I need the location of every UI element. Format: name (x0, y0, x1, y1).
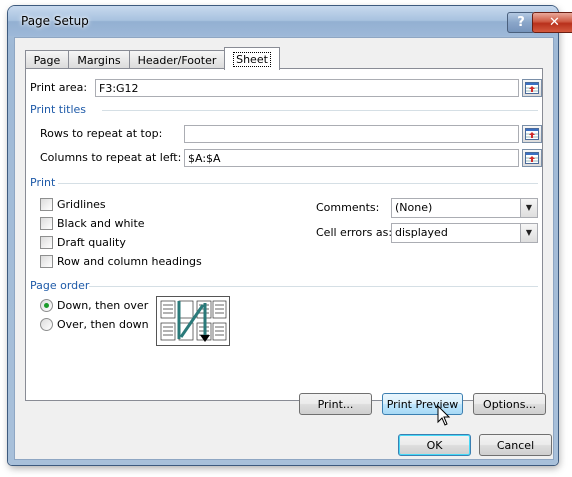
black-and-white-checkbox[interactable] (40, 217, 53, 230)
comments-value: (None) (395, 201, 433, 214)
columns-collapse-button[interactable] (522, 149, 542, 167)
tab-page-label: Page (33, 53, 61, 67)
range-select-icon (525, 82, 539, 94)
cell-errors-label: Cell errors as: (316, 226, 393, 239)
ok-button[interactable]: OK (398, 434, 471, 456)
help-button[interactable]: ? (507, 12, 535, 33)
down-then-over-radio[interactable] (40, 299, 53, 312)
page-order-heading: Page order (30, 279, 90, 292)
comments-select[interactable]: (None) ▼ (391, 198, 538, 218)
comments-label: Comments: (316, 201, 380, 214)
dialog-title: Page Setup (21, 14, 89, 28)
page-order-divider (89, 286, 538, 287)
print-button-label: Print... (317, 397, 354, 411)
chevron-down-icon: ▼ (520, 224, 537, 242)
gridlines-label: Gridlines (57, 198, 106, 211)
page-setup-dialog: Page Setup ? ✕ Page Margins Header/Foote… (8, 6, 572, 465)
options-button-label: Options... (483, 397, 536, 411)
tab-sheet-label: Sheet (233, 51, 271, 67)
over-then-down-radio[interactable] (40, 318, 53, 331)
page-order-preview-icon (156, 296, 230, 346)
down-then-over-label: Down, then over (57, 299, 149, 312)
options-button[interactable]: Options... (473, 393, 546, 415)
row-column-headings-label: Row and column headings (57, 255, 202, 268)
tab-margins[interactable]: Margins (68, 50, 130, 69)
mouse-pointer-icon (437, 405, 451, 426)
draft-quality-checkbox[interactable] (40, 236, 53, 249)
tab-margins-label: Margins (77, 53, 121, 67)
ok-button-label: OK (426, 438, 443, 452)
print-titles-divider (102, 110, 538, 111)
print-area-input[interactable]: F3:G12 (95, 79, 519, 97)
gridlines-checkbox[interactable] (40, 198, 53, 211)
tab-header-footer[interactable]: Header/Footer (129, 50, 225, 69)
sheet-tab-panel: Print area: F3:G12 Print titles Rows to … (25, 68, 543, 401)
print-area-label: Print area: (30, 81, 88, 94)
draft-quality-label: Draft quality (57, 236, 126, 249)
range-select-icon (525, 128, 539, 140)
tab-header-footer-label: Header/Footer (137, 53, 217, 67)
rows-collapse-button[interactable] (522, 125, 542, 143)
over-then-down-label: Over, then down (57, 318, 149, 331)
close-icon: ✕ (549, 15, 560, 30)
close-button[interactable]: ✕ (532, 12, 572, 33)
row-column-headings-checkbox[interactable] (40, 255, 53, 268)
print-button[interactable]: Print... (299, 393, 372, 415)
columns-to-repeat-label: Columns to repeat at left: (40, 151, 182, 164)
print-divider (58, 183, 538, 184)
black-and-white-label: Black and white (57, 217, 145, 230)
dialog-body: Page Margins Header/Footer Sheet Print a… (14, 37, 554, 460)
print-area-collapse-button[interactable] (522, 79, 542, 97)
print-heading: Print (30, 176, 56, 189)
title-bar[interactable]: Page Setup ? ✕ (8, 6, 572, 36)
cell-errors-select[interactable]: displayed ▼ (391, 223, 538, 243)
cancel-button-label: Cancel (496, 438, 535, 452)
range-select-icon (525, 152, 539, 164)
columns-to-repeat-input[interactable]: $A:$A (184, 149, 519, 167)
rows-to-repeat-input[interactable] (184, 125, 519, 143)
cancel-button[interactable]: Cancel (479, 434, 552, 456)
rows-to-repeat-label: Rows to repeat at top: (40, 127, 163, 140)
print-titles-heading: Print titles (30, 103, 87, 116)
tab-sheet[interactable]: Sheet (224, 47, 280, 70)
chevron-down-icon: ▼ (520, 199, 537, 217)
tab-page[interactable]: Page (25, 50, 69, 69)
cell-errors-value: displayed (395, 226, 448, 239)
